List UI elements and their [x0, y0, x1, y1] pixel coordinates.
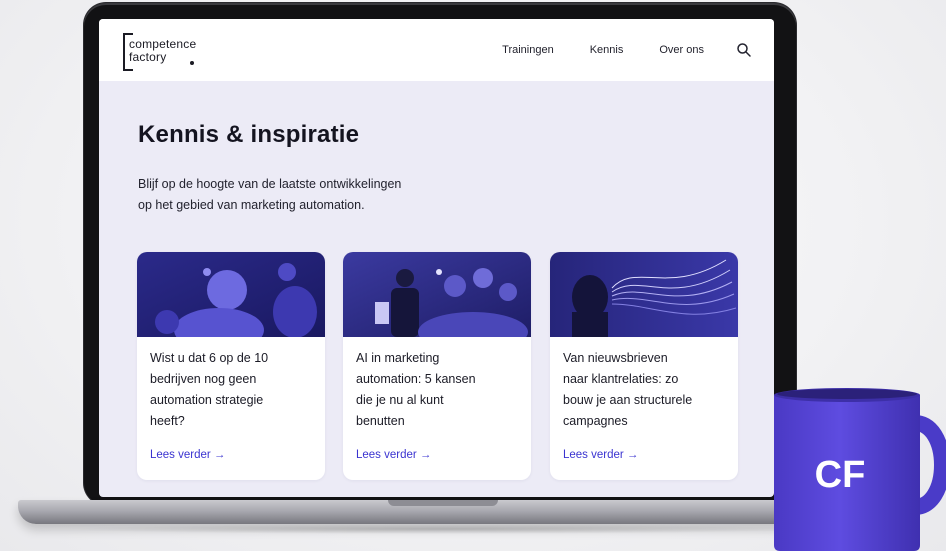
article-card-2-title-line: automation: 5 kansen: [356, 372, 476, 386]
article-card-3-title-line: bouw je aan structurele: [563, 393, 693, 407]
laptop-notch: [388, 500, 498, 506]
nav-link-kennis[interactable]: Kennis: [590, 44, 624, 56]
article-card-1-image: [137, 252, 325, 337]
logo-dot: [190, 61, 194, 65]
page-subtitle-line1: Blijf op de hoogte van de laatste ontwik…: [138, 177, 402, 191]
mug-label: CF: [815, 454, 866, 496]
article-card-2[interactable]: AI in marketing automation: 5 kansen die…: [343, 252, 531, 480]
article-card-2-title-line: benutten: [356, 414, 405, 428]
read-more-link-3[interactable]: Lees verder →: [563, 449, 638, 461]
nav-link-trainingen[interactable]: Trainingen: [502, 44, 554, 56]
article-card-3-image: [550, 252, 738, 337]
search-icon[interactable]: [736, 42, 752, 58]
article-card-3-title[interactable]: Van nieuwsbrieven naar klantrelaties: zo…: [563, 348, 729, 432]
article-card-3-title-line: campagnes: [563, 414, 628, 428]
nav-link-over-ons[interactable]: Over ons: [659, 44, 704, 56]
top-nav: competence factory Trainingen Kennis Ove…: [99, 19, 774, 81]
article-card-1-title-line: automation strategie: [150, 393, 264, 407]
article-card-1[interactable]: Wist u dat 6 op de 10 bedrijven nog geen…: [137, 252, 325, 480]
article-card-2-title-line: AI in marketing: [356, 351, 440, 365]
logo[interactable]: competence factory: [123, 33, 213, 73]
article-card-1-title-line: heeft?: [150, 414, 185, 428]
page-subtitle: Blijf op de hoogte van de laatste ontwik…: [138, 174, 498, 216]
article-card-3-title-line: Van nieuwsbrieven: [563, 351, 668, 365]
laptop-shadow: [60, 524, 820, 534]
laptop-base: [18, 500, 868, 524]
read-more-link-2[interactable]: Lees verder →: [356, 449, 431, 461]
article-card-2-title[interactable]: AI in marketing automation: 5 kansen die…: [356, 348, 522, 432]
article-card-2-title-line: die je nu al kunt: [356, 393, 444, 407]
nav-items: Trainingen Kennis Over ons: [466, 19, 752, 81]
article-card-1-title-line: bedrijven nog geen: [150, 372, 257, 386]
article-card-3[interactable]: Van nieuwsbrieven naar klantrelaties: zo…: [550, 252, 738, 480]
logo-text-line2: factory: [129, 50, 167, 64]
read-more-link-1[interactable]: Lees verder →: [150, 449, 225, 461]
coffee-mug: CF: [774, 388, 946, 551]
laptop-screen: competence factory Trainingen Kennis Ove…: [99, 19, 774, 497]
article-card-1-title-line: Wist u dat 6 op de 10: [150, 351, 269, 365]
page-subtitle-line2: op het gebied van marketing automation.: [138, 198, 365, 212]
article-card-2-image: [343, 252, 531, 337]
page-title: Kennis & inspiratie: [138, 121, 360, 148]
article-card-1-title[interactable]: Wist u dat 6 op de 10 bedrijven nog geen…: [150, 348, 316, 432]
article-card-3-title-line: naar klantrelaties: zo: [563, 372, 679, 386]
